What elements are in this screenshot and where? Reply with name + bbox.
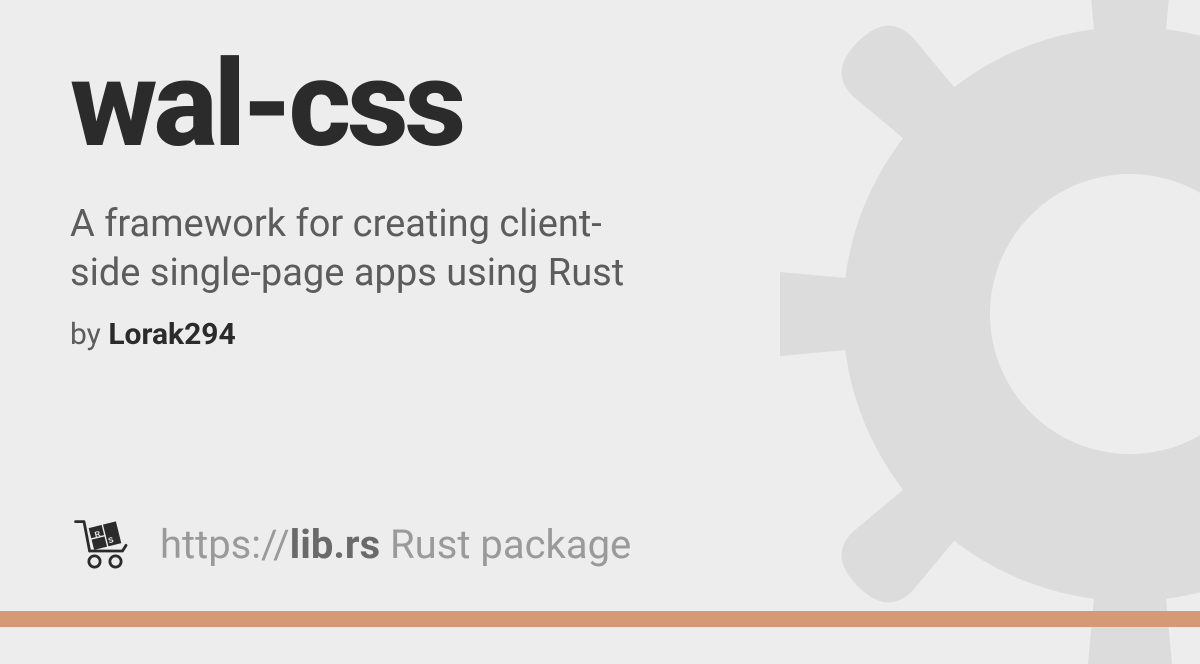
url-suffix: Rust package <box>380 521 631 568</box>
url-text: https://lib.rs Rust package <box>160 521 631 568</box>
author-name: Lorak294 <box>108 317 235 352</box>
librs-logo-icon: R S <box>70 509 140 579</box>
author-prefix: by <box>70 317 108 352</box>
accent-bar <box>0 611 1200 627</box>
url-prefix: https:// <box>160 521 290 568</box>
footer: R S https://lib.rs Rust package <box>70 509 1130 627</box>
package-title: wal-css <box>70 45 1130 165</box>
package-description: A framework for creating client-side sin… <box>70 200 670 299</box>
author-line: by Lorak294 <box>70 317 1130 352</box>
url-domain: lib.rs <box>290 521 380 568</box>
